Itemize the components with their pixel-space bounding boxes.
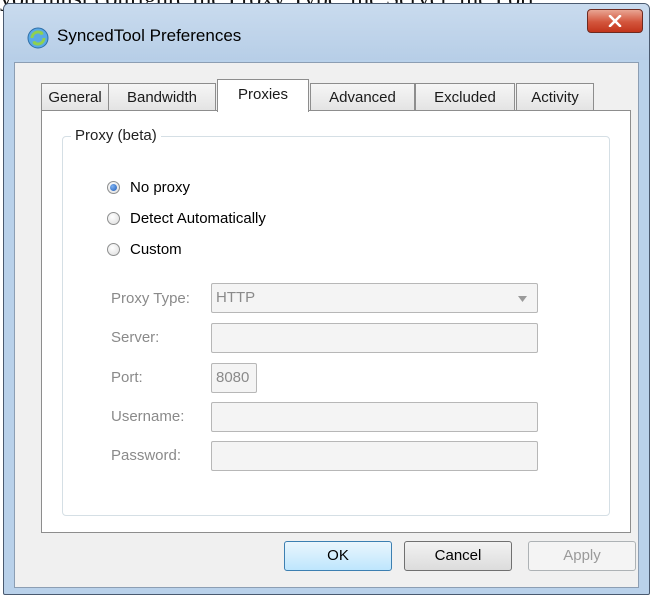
password-label: Password: <box>111 447 182 464</box>
proxy-type-select[interactable]: HTTP <box>211 283 538 313</box>
radio-button-checked[interactable] <box>107 180 120 194</box>
synced-tool-icon <box>26 26 50 50</box>
dialog-client-area: General Bandwidth Proxies Advanced Exclu… <box>14 62 639 588</box>
proxy-type-label: Proxy Type: <box>111 290 190 307</box>
radio-label-no-proxy: No proxy <box>130 178 191 196</box>
proxy-groupbox: Proxy (beta) No proxy Detect Automatical… <box>62 127 610 516</box>
proxy-group-legend: Proxy (beta) <box>71 127 161 144</box>
radio-button[interactable] <box>107 211 120 225</box>
server-label: Server: <box>111 329 160 346</box>
radio-detect-automatically[interactable]: Detect Automatically <box>107 208 266 228</box>
radio-button[interactable] <box>107 242 120 256</box>
server-input[interactable] <box>211 323 538 353</box>
tab-proxies[interactable]: Proxies <box>217 79 309 112</box>
radio-label-detect-automatically: Detect Automatically <box>130 209 266 227</box>
title-bar[interactable]: SyncedTool Preferences <box>4 4 649 60</box>
username-input[interactable] <box>211 402 538 432</box>
proxy-type-value: HTTP <box>216 289 256 306</box>
tab-advanced[interactable]: Advanced <box>310 83 415 111</box>
port-label: Port: <box>111 369 143 386</box>
window-title: SyncedTool Preferences <box>57 26 242 45</box>
ok-button[interactable]: OK <box>284 541 392 571</box>
radio-label-custom: Custom <box>130 240 182 258</box>
cancel-button[interactable]: Cancel <box>404 541 512 571</box>
apply-button[interactable]: Apply <box>528 541 636 571</box>
tab-bandwidth[interactable]: Bandwidth <box>108 83 216 111</box>
tab-general[interactable]: General <box>41 83 109 111</box>
radio-custom[interactable]: Custom <box>107 239 182 259</box>
radio-no-proxy[interactable]: No proxy <box>107 177 190 197</box>
close-icon <box>608 15 622 27</box>
tab-excluded[interactable]: Excluded <box>415 83 515 111</box>
tab-activity[interactable]: Activity <box>516 83 594 111</box>
chevron-down-icon <box>518 296 527 302</box>
password-input[interactable] <box>211 441 538 471</box>
tab-strip: General Bandwidth Proxies Advanced Exclu… <box>41 79 631 112</box>
preferences-window: SyncedTool Preferences General Bandwidth… <box>3 3 650 595</box>
username-label: Username: <box>111 408 185 425</box>
close-button[interactable] <box>587 9 643 33</box>
port-input[interactable]: 8080 <box>211 363 257 393</box>
proxies-tab-panel: Proxy (beta) No proxy Detect Automatical… <box>41 110 631 533</box>
